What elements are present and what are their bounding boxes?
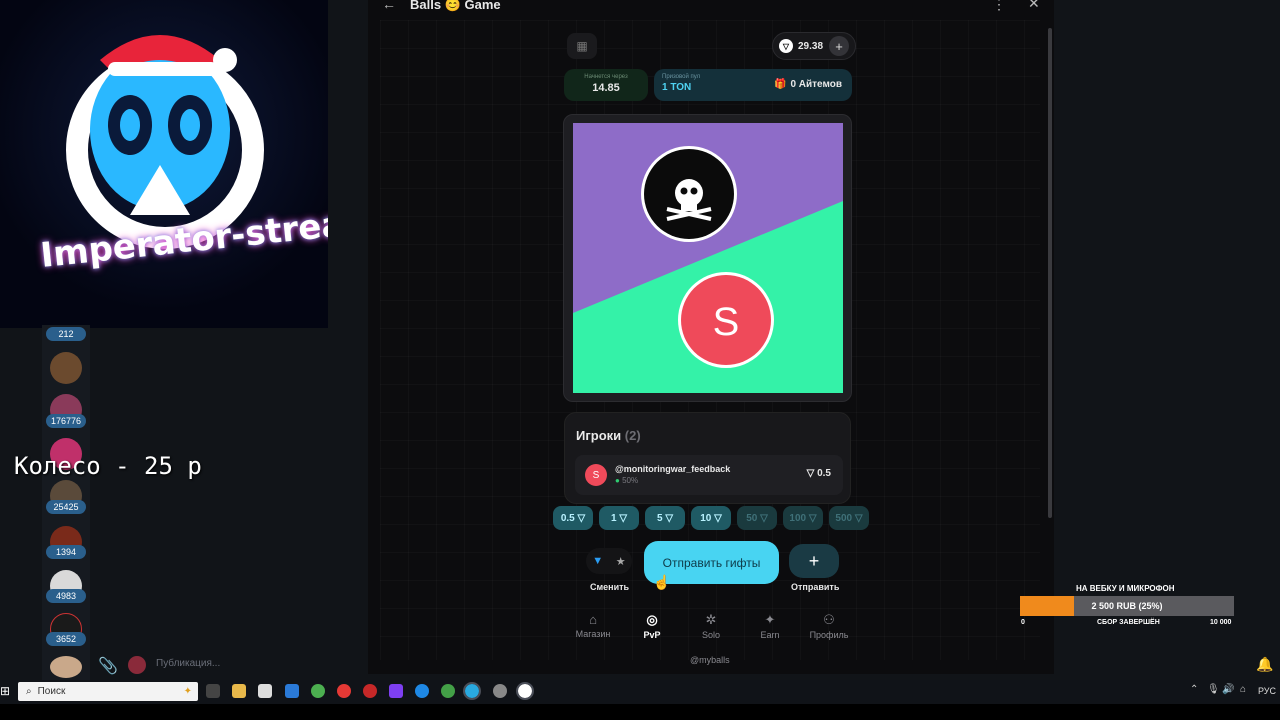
footer-handle[interactable]: @myballs: [690, 655, 730, 665]
alien-logo-icon: [66, 35, 264, 249]
donation-status: СБОР ЗАВЕРШЁН: [1097, 619, 1160, 626]
earn-icon: ✦: [764, 612, 776, 627]
donation-amount: 2 500 RUB (25%): [1091, 601, 1163, 611]
app-icon[interactable]: [389, 684, 403, 698]
explorer-icon[interactable]: [232, 684, 246, 698]
stream-logo: Imperator-streaM: [0, 0, 328, 328]
ton-icon: ▽: [779, 39, 793, 53]
sparkle-icon: ✦: [183, 686, 192, 697]
arena-board[interactable]: S: [573, 123, 843, 393]
nav-pvp[interactable]: ◎ PvP: [622, 612, 682, 640]
gift-icon: 🎁: [773, 79, 787, 90]
store-icon[interactable]: [258, 684, 272, 698]
timer-label: Начнется через: [584, 74, 628, 80]
nav-solo[interactable]: ✲ Solo: [681, 612, 741, 640]
player-avatar: S: [585, 464, 607, 486]
player-chance: 50%: [622, 476, 639, 485]
language-indicator[interactable]: РУС: [1258, 686, 1276, 696]
chat-avatar[interactable]: [50, 352, 82, 384]
chrome-icon[interactable]: [311, 684, 325, 698]
unread-badge: 3652: [46, 632, 86, 646]
app-icon[interactable]: [493, 684, 507, 698]
calendar-icon: ▦: [576, 39, 588, 53]
app-icon[interactable]: [415, 684, 429, 698]
add-balance-button[interactable]: +: [829, 36, 850, 56]
unread-badge: 176776: [46, 414, 86, 428]
bet-chip[interactable]: 0.5 ▽: [553, 506, 593, 530]
unread-badge: 212: [46, 327, 86, 341]
bet-chip[interactable]: 10 ▽: [691, 506, 731, 530]
solo-icon: ✲: [705, 612, 717, 627]
taskbar-search[interactable]: ⌕ Поиск ✦: [18, 682, 198, 701]
opera-icon[interactable]: [363, 684, 377, 698]
publish-input[interactable]: Публикация...: [156, 658, 220, 669]
yandex-browser-icon[interactable]: [516, 682, 534, 700]
bet-chip[interactable]: 500 ▽: [829, 506, 869, 530]
wheel-overlay-text: Колесо - 25 р: [14, 452, 202, 480]
yandex-icon[interactable]: [337, 684, 351, 698]
star-icon: ★: [615, 555, 626, 568]
search-placeholder: Поиск: [37, 686, 66, 697]
player-ball: S: [678, 272, 774, 368]
donation-min: 0: [1021, 619, 1025, 626]
bet-chip[interactable]: 5 ▽: [645, 506, 685, 530]
volume-icon[interactable]: 🔊: [1222, 684, 1234, 695]
app-icon[interactable]: [441, 684, 455, 698]
tray-up-icon[interactable]: ⌃: [1190, 684, 1198, 695]
mic-icon[interactable]: 🎙: [1207, 684, 1220, 695]
close-icon[interactable]: ✕: [1028, 0, 1040, 12]
send-label: Отправить: [791, 582, 840, 592]
skull-ball: [641, 146, 737, 242]
bet-chip[interactable]: 1 ▽: [599, 506, 639, 530]
window-title: Balls 😊 Game: [410, 0, 501, 12]
players-panel: Игроки (2) S @monitoringwar_feedback ● 5…: [564, 412, 851, 504]
cursor-icon: ☝: [653, 574, 671, 590]
nav-profile[interactable]: ⚇ Профиль: [799, 612, 859, 640]
calendar-button[interactable]: ▦: [567, 33, 597, 59]
taskview-icon[interactable]: [206, 684, 220, 698]
donation-title: НА ВЕБКУ И МИКРОФОН: [1076, 584, 1175, 593]
ton-icon: ▽: [806, 468, 818, 479]
nav-shop[interactable]: ⌂ Магазин: [563, 612, 623, 639]
shop-icon: ⌂: [589, 612, 597, 627]
sender-avatar: [128, 656, 146, 674]
bell-icon[interactable]: 🔔: [1256, 656, 1273, 673]
telegram-icon[interactable]: [463, 682, 481, 700]
player-ball-letter: S: [713, 300, 740, 344]
timer-value: 14.85: [592, 82, 620, 94]
player-amount: 0.5: [817, 468, 831, 479]
player-row[interactable]: S @monitoringwar_feedback ● 50% ▽ 0.5: [575, 455, 843, 495]
prize-card[interactable]: Призовой пул 1 TON 🎁 0 Айтемов: [654, 69, 852, 101]
network-icon[interactable]: ⌂: [1240, 684, 1246, 695]
balance-chip[interactable]: ▽ 29.38 +: [772, 32, 856, 60]
pvp-icon: ◎: [646, 612, 658, 627]
kebab-icon[interactable]: ⋮: [992, 0, 1006, 13]
scrollbar[interactable]: [1048, 28, 1052, 518]
balance-value: 29.38: [798, 40, 824, 52]
bottom-strip: [0, 704, 1280, 720]
profile-icon: ⚇: [823, 612, 835, 627]
unread-badge: 1394: [46, 545, 86, 559]
items-count: 0 Айтемов: [790, 79, 842, 90]
bet-chip[interactable]: 100 ▽: [783, 506, 823, 530]
chat-avatar[interactable]: [50, 656, 82, 678]
back-icon[interactable]: ←: [382, 0, 396, 12]
player-name: @monitoringwar_feedback: [615, 464, 731, 474]
send-plus-button[interactable]: +: [789, 544, 839, 578]
switch-button[interactable]: ▼ ★: [586, 548, 632, 574]
attach-icon[interactable]: 📎: [98, 656, 118, 676]
nav-earn[interactable]: ✦ Earn: [740, 612, 800, 640]
windows-start-icon[interactable]: ⊞: [0, 684, 10, 698]
timer-card: Начнется через 14.85: [564, 69, 648, 101]
donation-max: 10 000: [1210, 619, 1232, 626]
switch-label: Сменить: [590, 582, 630, 592]
players-title: Игроки: [576, 428, 622, 443]
unread-badge: 25425: [46, 500, 86, 514]
unread-badge: 4983: [46, 589, 86, 603]
search-icon: ⌕: [26, 686, 32, 697]
ton-icon: ▼: [592, 555, 604, 567]
app-icon[interactable]: [285, 684, 299, 698]
bet-chip[interactable]: 50 ▽: [737, 506, 777, 530]
players-count: (2): [624, 428, 641, 443]
